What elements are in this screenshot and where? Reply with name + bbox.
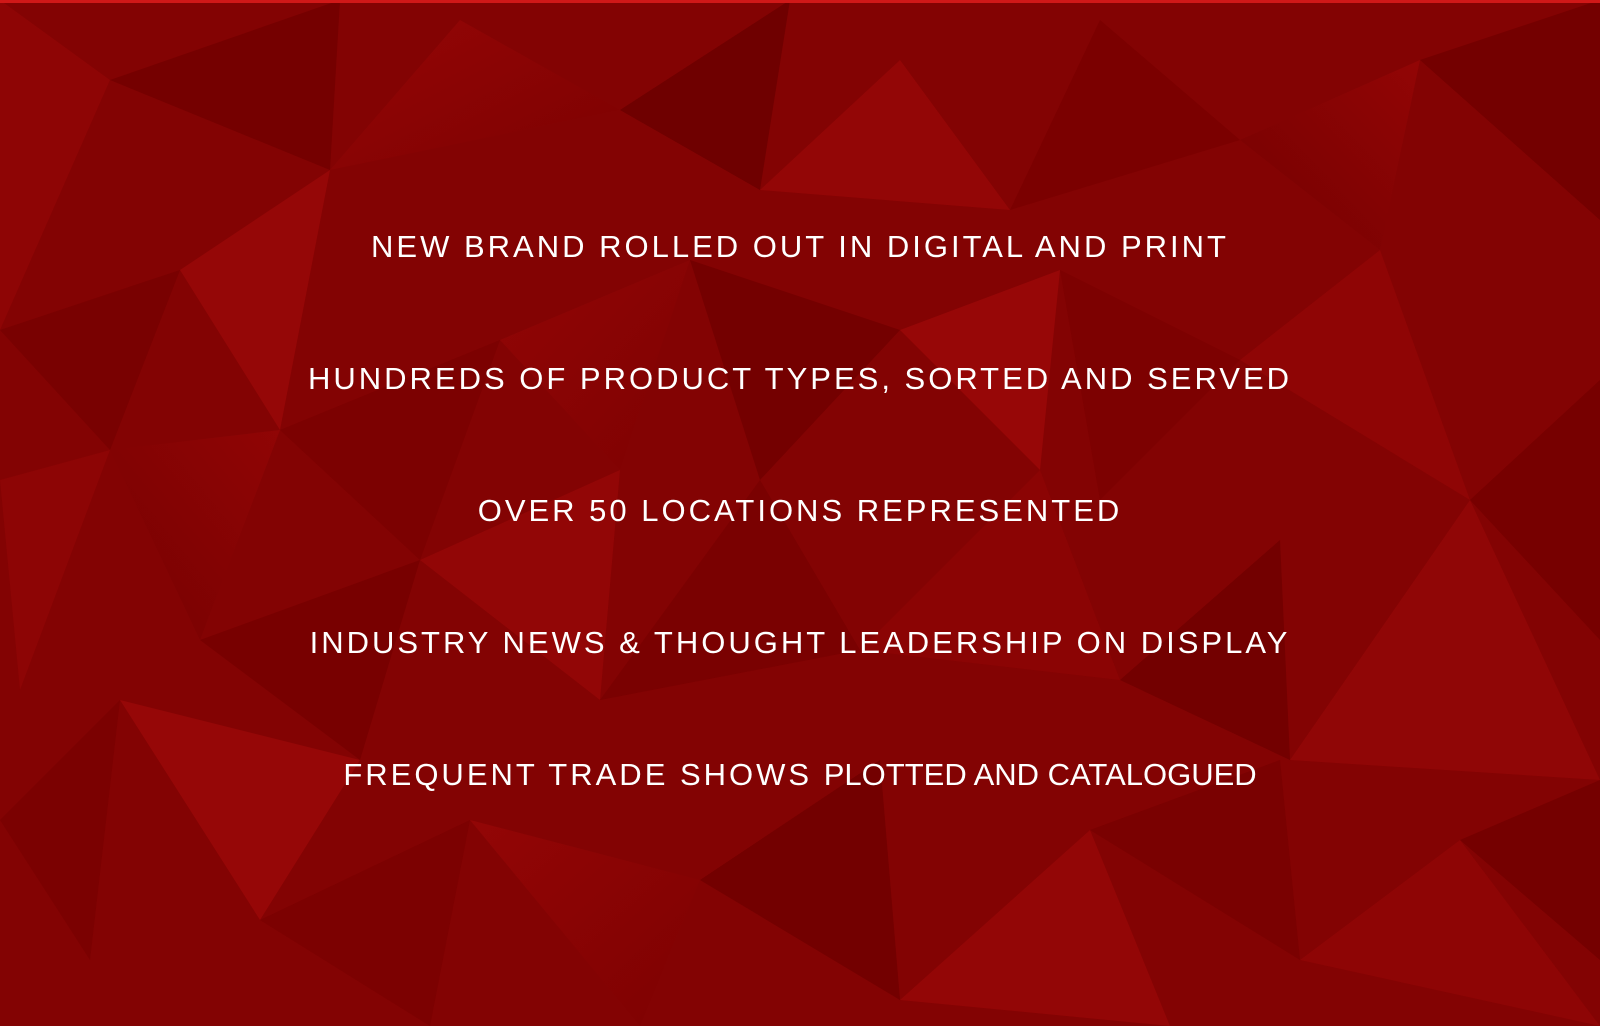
feature-line-news: INDUSTRY NEWS & THOUGHT LEADERSHIP ON DI…: [309, 625, 1291, 660]
feature-list: NEW BRAND ROLLED OUT IN DIGITAL AND PRIN…: [0, 0, 1600, 1026]
slide: NEW BRAND ROLLED OUT IN DIGITAL AND PRIN…: [0, 0, 1600, 1026]
feature-line-trade-shows-part2: PLOTTED AND CATALOGUED: [823, 757, 1257, 792]
top-accent-rule: [0, 0, 1600, 3]
feature-line-trade-shows: FREQUENT TRADE SHOWS PLOTTED AND CATALOG…: [0, 755, 1600, 795]
feature-line-trade-shows-part1: FREQUENT TRADE SHOWS: [343, 757, 813, 792]
feature-line-brand: NEW BRAND ROLLED OUT IN DIGITAL AND PRIN…: [371, 229, 1229, 264]
feature-line-locations: OVER 50 LOCATIONS REPRESENTED: [477, 493, 1123, 528]
feature-line-products: HUNDREDS OF PRODUCT TYPES, SORTED AND SE…: [307, 361, 1293, 396]
